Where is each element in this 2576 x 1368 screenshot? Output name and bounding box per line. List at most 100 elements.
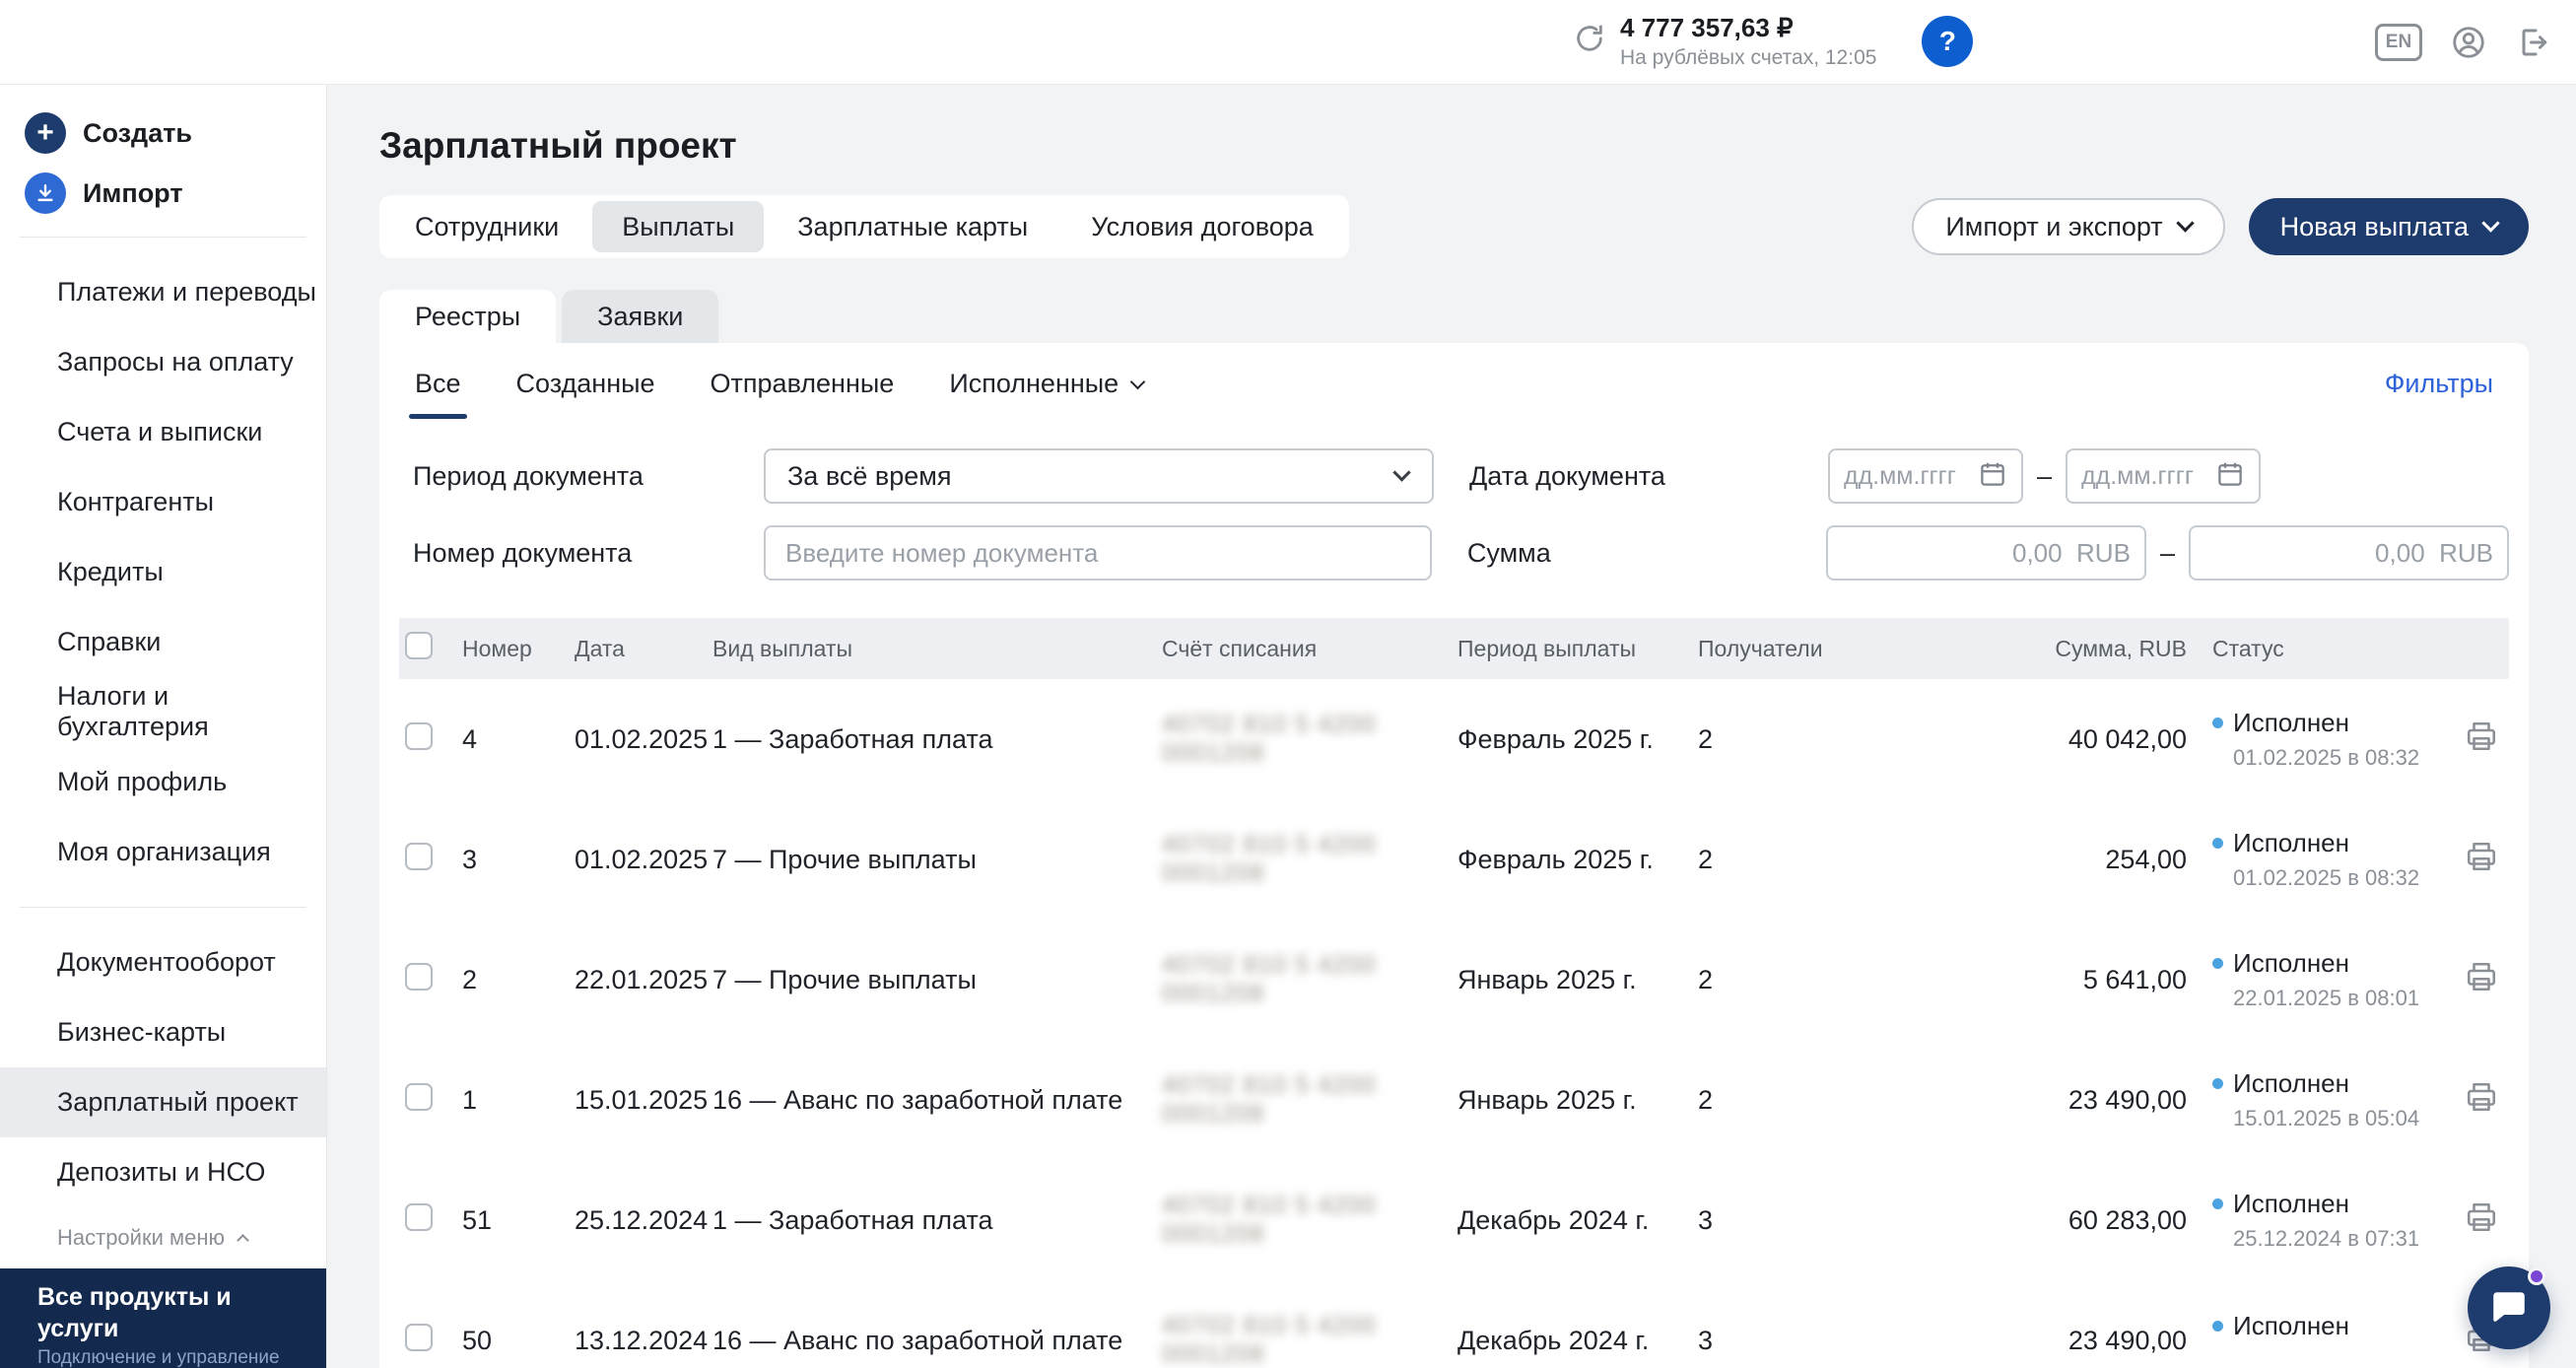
- tab-salary-cards[interactable]: Зарплатные карты: [768, 201, 1057, 252]
- sidebar-item-payments-transfers[interactable]: Платежи и переводы: [0, 257, 326, 327]
- status-label: Исполнен: [2233, 1311, 2349, 1341]
- header-date: Дата: [575, 636, 712, 662]
- filter-tab-all[interactable]: Все: [415, 369, 461, 419]
- table-row[interactable]: 4 01.02.2025 1 — Заработная плата 40702 …: [399, 679, 2509, 799]
- filter-tab-created[interactable]: Созданные: [516, 369, 655, 419]
- calendar-icon[interactable]: [1978, 459, 2007, 494]
- sidebar-item-accounts-statements[interactable]: Счета и выписки: [0, 397, 326, 467]
- amount-from-input[interactable]: [1842, 538, 2131, 569]
- sidebar-item-my-organization[interactable]: Моя организация: [0, 817, 326, 887]
- document-number-field[interactable]: [764, 525, 1432, 581]
- cell-type: 7 — Прочие выплаты: [712, 845, 1162, 875]
- amount-to-input[interactable]: [2204, 538, 2493, 569]
- row-checkbox[interactable]: [405, 963, 433, 991]
- print-icon[interactable]: [2464, 1079, 2499, 1115]
- row-checkbox[interactable]: [405, 843, 433, 870]
- print-icon[interactable]: [2464, 839, 2499, 874]
- cell-status: Исполнен: [2187, 1311, 2439, 1368]
- sidebar-item-my-profile[interactable]: Мой профиль: [0, 747, 326, 817]
- new-payment-button[interactable]: Новая выплата: [2249, 198, 2529, 255]
- header-status: Статус: [2187, 636, 2439, 662]
- date-from-field[interactable]: [1828, 448, 2023, 504]
- date-to-field[interactable]: [2066, 448, 2261, 504]
- cell-date: 13.12.2024: [575, 1326, 712, 1356]
- balance-note: На рублёвых счетах, 12:05: [1620, 45, 1876, 71]
- table-row[interactable]: 51 25.12.2024 1 — Заработная плата 40702…: [399, 1160, 2509, 1280]
- sidebar-item-taxes-accounting[interactable]: Налоги и бухгалтерия: [0, 677, 326, 747]
- amount-to-field[interactable]: [2189, 525, 2509, 581]
- cell-account-redacted: 40702 810 5 4200 0001208: [1162, 1312, 1457, 1368]
- filter-tab-executed[interactable]: Исполненные: [949, 369, 1143, 419]
- header-amount: Сумма, RUB: [2019, 636, 2187, 662]
- registries-table: Номер Дата Вид выплаты Счёт списания Пер…: [399, 618, 2509, 1368]
- row-checkbox[interactable]: [405, 1324, 433, 1351]
- main-content: Зарплатный проект Сотрудники Выплаты Зар…: [327, 85, 2576, 1368]
- sidebar-item-salary-project[interactable]: Зарплатный проект: [0, 1067, 326, 1137]
- all-products-button[interactable]: Все продукты и услуги Подключение и упра…: [0, 1268, 326, 1368]
- cell-amount: 5 641,00: [2019, 965, 2187, 995]
- cell-account-redacted: 40702 810 5 4200 0001208: [1162, 711, 1457, 768]
- cell-account-redacted: 40702 810 5 4200 0001208: [1162, 1071, 1457, 1129]
- table-row[interactable]: 2 22.01.2025 7 — Прочие выплаты 40702 81…: [399, 920, 2509, 1040]
- filter-tab-sent[interactable]: Отправленные: [711, 369, 895, 419]
- table-row[interactable]: 3 01.02.2025 7 — Прочие выплаты 40702 81…: [399, 799, 2509, 920]
- create-button[interactable]: + Создать: [0, 110, 326, 157]
- language-button[interactable]: EN: [2375, 24, 2422, 61]
- row-checkbox[interactable]: [405, 1083, 433, 1111]
- tab-employees[interactable]: Сотрудники: [385, 201, 588, 252]
- sidebar-item-certificates[interactable]: Справки: [0, 607, 326, 677]
- print-icon[interactable]: [2464, 1199, 2499, 1235]
- refresh-icon[interactable]: [1573, 22, 1606, 55]
- plus-icon: +: [25, 112, 66, 154]
- status-dot: [2212, 958, 2223, 969]
- filters-link[interactable]: Фильтры: [2385, 369, 2493, 419]
- subtab-applications[interactable]: Заявки: [562, 290, 718, 343]
- document-number-input[interactable]: [785, 538, 1410, 569]
- amount-from-field[interactable]: [1826, 525, 2146, 581]
- notification-dot: [2528, 1267, 2545, 1285]
- subtab-registries[interactable]: Реестры: [379, 290, 556, 343]
- help-button[interactable]: ?: [1922, 16, 1973, 67]
- cell-recipients: 2: [1698, 1085, 2019, 1116]
- cell-account-redacted: 40702 810 5 4200 0001208: [1162, 831, 1457, 888]
- header-number: Номер: [462, 636, 575, 662]
- sidebar-item-deposits[interactable]: Депозиты и НСО: [0, 1137, 326, 1207]
- sidebar-item-counterparties[interactable]: Контрагенты: [0, 467, 326, 537]
- range-dash: –: [2037, 461, 2052, 492]
- table-row[interactable]: 1 15.01.2025 16 — Аванс по заработной пл…: [399, 1040, 2509, 1160]
- period-select[interactable]: За всё время: [764, 448, 1434, 504]
- balance-amount: 4 777 357,63 ₽: [1620, 12, 1876, 43]
- document-date-label: Дата документа: [1469, 461, 1828, 492]
- cell-date: 22.01.2025: [575, 965, 712, 995]
- print-icon[interactable]: [2464, 718, 2499, 754]
- date-from-input[interactable]: [1844, 462, 1970, 491]
- tabs-actions: Импорт и экспорт Новая выплата: [1912, 198, 2529, 255]
- select-all-checkbox[interactable]: [405, 632, 433, 659]
- row-checkbox[interactable]: [405, 722, 433, 750]
- status-label: Исполнен: [2233, 1068, 2349, 1099]
- tab-payouts[interactable]: Выплаты: [592, 201, 764, 252]
- sidebar-item-business-cards[interactable]: Бизнес-карты: [0, 997, 326, 1067]
- cell-period: Январь 2025 г.: [1457, 1085, 1698, 1116]
- divider: [20, 907, 306, 908]
- chevron-down-icon: [2481, 214, 2499, 232]
- import-button[interactable]: Импорт: [0, 171, 326, 217]
- row-checkbox[interactable]: [405, 1203, 433, 1231]
- logout-icon[interactable]: [2515, 25, 2550, 60]
- chevron-down-icon: [1392, 463, 1410, 481]
- table-row[interactable]: 50 13.12.2024 16 — Аванс по заработной п…: [399, 1280, 2509, 1368]
- cell-recipients: 3: [1698, 1205, 2019, 1236]
- profile-icon[interactable]: [2450, 24, 2487, 61]
- tab-contract-terms[interactable]: Условия договора: [1061, 201, 1343, 252]
- menu-settings-button[interactable]: Настройки меню: [0, 1207, 326, 1268]
- sidebar-item-credits[interactable]: Кредиты: [0, 537, 326, 607]
- import-export-button[interactable]: Импорт и экспорт: [1912, 198, 2224, 255]
- table-body: 4 01.02.2025 1 — Заработная плата 40702 …: [399, 679, 2509, 1368]
- chat-button[interactable]: [2468, 1266, 2550, 1349]
- print-icon[interactable]: [2464, 959, 2499, 994]
- calendar-icon[interactable]: [2215, 459, 2245, 494]
- date-to-input[interactable]: [2081, 462, 2207, 491]
- cell-date: 15.01.2025: [575, 1085, 712, 1116]
- sidebar-item-document-flow[interactable]: Документооборот: [0, 927, 326, 997]
- sidebar-item-payment-requests[interactable]: Запросы на оплату: [0, 327, 326, 397]
